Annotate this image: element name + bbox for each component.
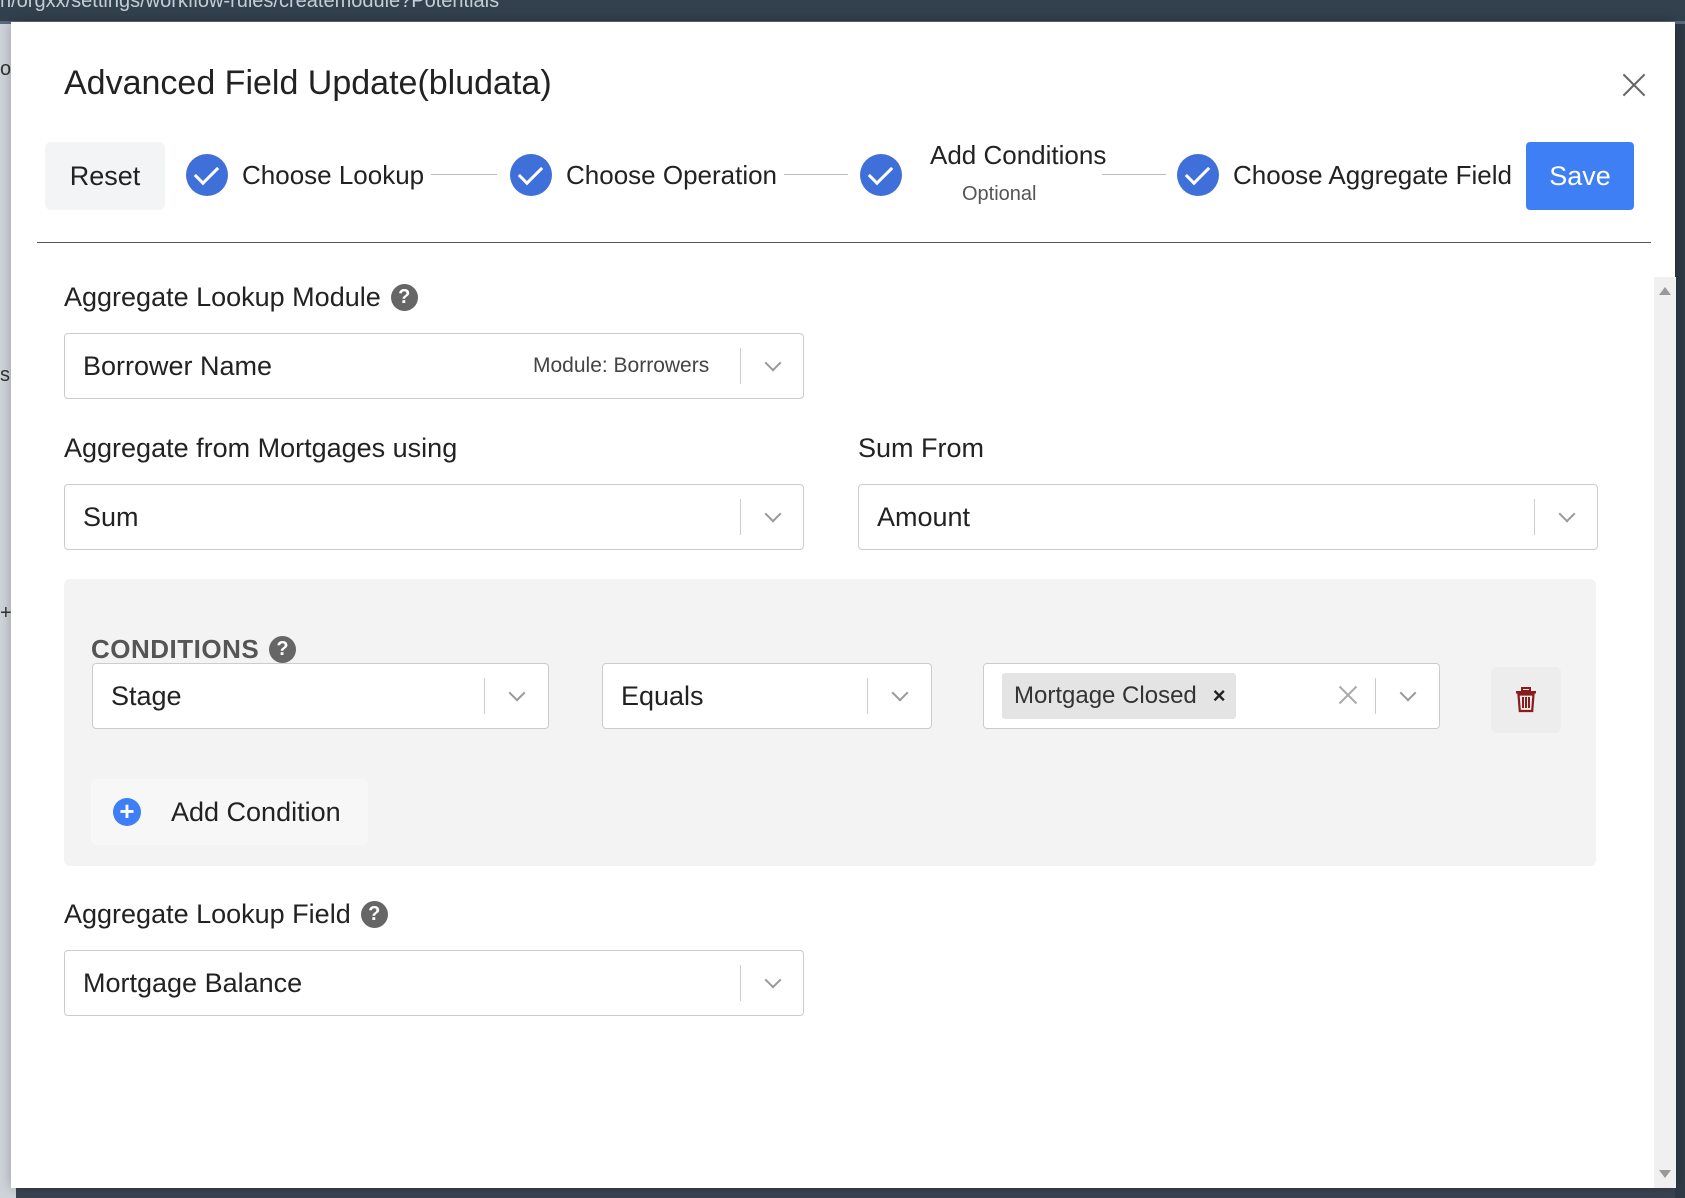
modal-title: Advanced Field Update(bludata) (64, 64, 552, 102)
step-label: Add Conditions (930, 140, 1107, 170)
chevron-down-icon[interactable] (891, 684, 909, 702)
select-separator (740, 965, 741, 1001)
select-separator (1534, 499, 1535, 535)
select-separator (867, 678, 868, 714)
step-add-conditions[interactable] (860, 154, 902, 196)
help-icon[interactable]: ? (390, 284, 418, 311)
sum-from-select[interactable]: Amount (858, 484, 1598, 550)
step-label: Choose Lookup (242, 159, 425, 190)
step-label: Choose Aggregate Field (1233, 159, 1512, 190)
plus-circle-icon: + (113, 798, 141, 826)
remove-chip-icon[interactable]: × (1213, 683, 1226, 709)
chevron-down-icon[interactable] (764, 971, 782, 989)
step-choose-aggregate-field[interactable]: Choose Aggregate Field (1177, 154, 1512, 196)
step-choose-lookup[interactable]: Choose Lookup (186, 154, 424, 196)
chevron-down-icon[interactable] (1399, 684, 1417, 702)
advanced-field-update-modal: Advanced Field Update(bludata) Reset Cho… (11, 22, 1676, 1188)
condition-operator-select[interactable]: Equals (602, 663, 932, 729)
delete-condition-button[interactable] (1491, 667, 1561, 733)
step-connector (784, 174, 848, 175)
select-separator (740, 348, 741, 384)
background-text-fragment: + (0, 602, 12, 624)
field-label-text: Aggregate from Mortgages using (64, 433, 458, 463)
check-circle-icon (510, 154, 552, 196)
lookup-module-select[interactable]: Borrower Name Module: Borrowers (64, 333, 804, 399)
check-circle-icon (186, 154, 228, 196)
lookup-field-label: Aggregate Lookup Field ? (64, 899, 388, 930)
background-text-fragment: o (0, 58, 12, 80)
clear-icon[interactable] (1331, 678, 1365, 712)
help-icon[interactable]: ? (360, 901, 388, 928)
header-divider (37, 242, 1651, 243)
chevron-down-icon[interactable] (764, 505, 782, 523)
field-label-text: Sum From (858, 433, 985, 463)
aggregate-operation-select[interactable]: Sum (64, 484, 804, 550)
select-separator (740, 499, 741, 535)
background-right-edge (1675, 24, 1685, 1198)
condition-value-multiselect[interactable]: Mortgage Closed × (983, 663, 1440, 729)
save-button[interactable]: Save (1526, 142, 1634, 210)
help-icon[interactable]: ? (269, 636, 297, 663)
select-value: Amount (877, 502, 971, 532)
select-value: Sum (83, 502, 139, 532)
browser-address-strip: n/orgxx/settings/workflow-rules/createmo… (0, 0, 1685, 24)
condition-field-select[interactable]: Stage (92, 663, 549, 729)
field-label-text: Aggregate Lookup Module (64, 282, 381, 312)
chip-label: Mortgage Closed (1014, 682, 1197, 709)
background-text-fragment: s (0, 364, 10, 386)
chevron-down-icon[interactable] (764, 354, 782, 372)
lookup-module-label: Aggregate Lookup Module ? (64, 282, 418, 313)
select-value: Stage (111, 681, 182, 711)
select-separator (484, 678, 485, 714)
step-connector (1102, 174, 1166, 175)
select-value: Mortgage Balance (83, 968, 303, 998)
trash-icon (1516, 687, 1536, 713)
module-hint: Module: Borrowers (533, 354, 710, 377)
step-label: Choose Operation (566, 159, 778, 190)
scroll-up-arrow-icon[interactable] (1659, 287, 1671, 295)
scroll-down-arrow-icon[interactable] (1659, 1170, 1671, 1178)
check-circle-icon (1177, 154, 1219, 196)
selected-value-chip: Mortgage Closed × (1002, 673, 1236, 719)
conditions-title: CONDITIONS (91, 634, 260, 664)
chevron-down-icon[interactable] (1558, 505, 1576, 523)
select-separator (1375, 678, 1376, 714)
modal-scrollbar[interactable] (1654, 277, 1676, 1188)
step-sublabel: Optional (962, 183, 1037, 205)
step-connector (431, 174, 497, 175)
browser-url: n/orgxx/settings/workflow-rules/createmo… (0, 0, 500, 12)
close-icon[interactable] (1616, 67, 1652, 103)
add-condition-button[interactable]: + Add Condition (91, 779, 368, 845)
check-circle-icon (860, 154, 902, 196)
lookup-field-select[interactable]: Mortgage Balance (64, 950, 804, 1016)
select-value: Borrower Name (83, 351, 273, 381)
reset-button[interactable]: Reset (45, 142, 165, 210)
add-condition-label: Add Condition (171, 796, 341, 827)
chevron-down-icon[interactable] (508, 684, 526, 702)
sum-from-label: Sum From (858, 433, 984, 464)
step-choose-operation[interactable]: Choose Operation (510, 154, 777, 196)
conditions-heading: CONDITIONS ? (91, 634, 297, 665)
aggregate-operation-label: Aggregate from Mortgages using (64, 433, 457, 464)
select-value: Equals (621, 681, 704, 711)
field-label-text: Aggregate Lookup Field (64, 899, 351, 929)
